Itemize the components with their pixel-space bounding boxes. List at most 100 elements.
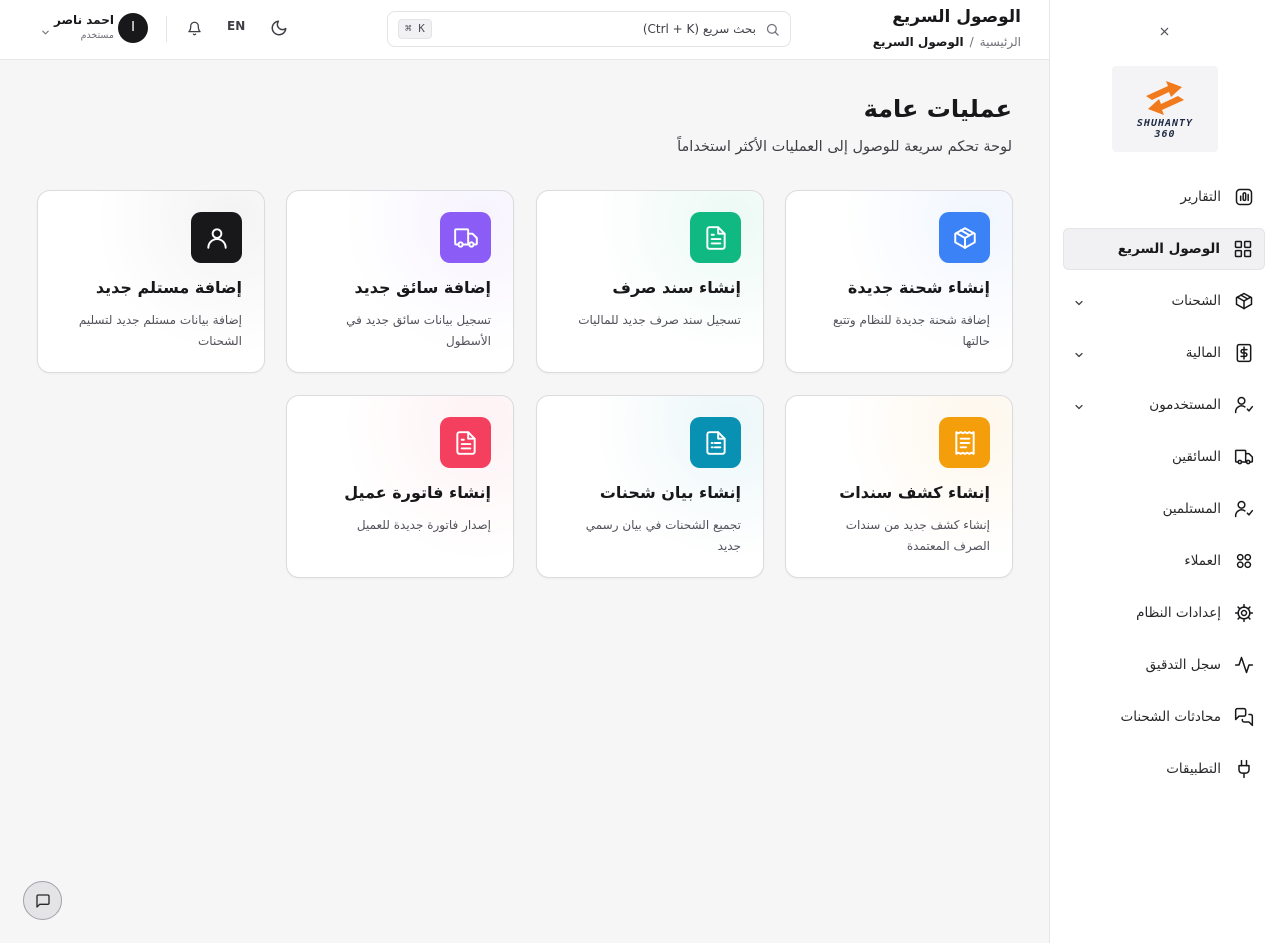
- sidebar-item-system-settings[interactable]: إعدادات النظام: [1063, 592, 1265, 634]
- user-role: مستخدم: [80, 30, 114, 41]
- avatar: I: [118, 13, 148, 43]
- truck-icon: [1233, 446, 1255, 468]
- plug-icon: [1233, 758, 1255, 780]
- sidebar-item-reports[interactable]: التقارير: [1063, 176, 1265, 218]
- card-title: إنشاء كشف سندات: [839, 483, 990, 502]
- settings-icon: [1233, 602, 1255, 624]
- breadcrumb: الرئيسية / الوصول السريع: [873, 35, 1021, 49]
- box-icon: [1233, 290, 1255, 312]
- sidebar: SHUHANTY 360 التقارير الوصول السريع الشح…: [1049, 0, 1280, 943]
- logo-mark: [1146, 81, 1184, 115]
- section-subtitle: لوحة تحكم سريعة للوصول إلى العمليات الأك…: [677, 139, 1012, 155]
- user-check-icon: [1233, 394, 1255, 416]
- page-title: الوصول السريع: [892, 7, 1021, 27]
- sidebar-item-label: سجل التدقيق: [1145, 657, 1221, 673]
- receipt-icon: [939, 417, 990, 468]
- user-check-icon: [1233, 498, 1255, 520]
- card-description: إضافة بيانات مستلم جديد لتسليم الشحنات: [78, 313, 242, 348]
- sidebar-item-label: الشحنات: [1171, 293, 1221, 309]
- card-description: تجميع الشحنات في بيان رسمي جديد: [585, 518, 741, 553]
- logo-text-line1: SHUHANTY: [1136, 118, 1194, 129]
- chat-button[interactable]: [23, 881, 62, 920]
- bell-icon: [187, 21, 202, 36]
- sidebar-item-label: إعدادات النظام: [1136, 605, 1221, 621]
- chevron-down-icon: [1073, 346, 1085, 358]
- card-expense-voucher[interactable]: إنشاء سند صرف تسجيل سند صرف جديد للماليا…: [536, 190, 764, 373]
- invoice-icon: [440, 417, 491, 468]
- sidebar-item-label: المستلمين: [1162, 501, 1221, 517]
- card-title: إضافة سائق جديد: [354, 278, 491, 297]
- logo: SHUHANTY 360: [1112, 66, 1218, 152]
- card-description: إنشاء كشف جديد من سندات الصرف المعتمدة: [845, 518, 990, 553]
- user-name: احمد ناصر: [54, 13, 114, 27]
- chart-icon: [1233, 186, 1255, 208]
- chevron-down-icon: [1073, 294, 1085, 306]
- notifications-button[interactable]: [184, 18, 204, 38]
- card-title: إنشاء بيان شحنات: [599, 483, 741, 502]
- card-voucher-statement[interactable]: إنشاء كشف سندات إنشاء كشف جديد من سندات …: [785, 395, 1013, 578]
- moon-icon: [270, 19, 288, 37]
- close-sidebar-button[interactable]: [1157, 26, 1171, 40]
- section-title: عمليات عامة: [863, 95, 1012, 123]
- header-divider: [166, 16, 167, 42]
- card-new-recipient[interactable]: إضافة مستلم جديد إضافة بيانات مستلم جديد…: [37, 190, 265, 373]
- sidebar-item-apps[interactable]: التطبيقات: [1063, 748, 1265, 790]
- sidebar-item-label: محادثات الشحنات: [1120, 709, 1221, 725]
- card-title: إنشاء شحنة جديدة: [847, 278, 990, 297]
- breadcrumb-separator: /: [969, 35, 974, 49]
- search-placeholder: بحث سريع (Ctrl + K): [642, 22, 756, 36]
- sidebar-item-drivers[interactable]: السائقين: [1063, 436, 1265, 478]
- sidebar-item-clients[interactable]: العملاء: [1063, 540, 1265, 582]
- close-icon: [1157, 26, 1171, 37]
- sidebar-item-quick-access[interactable]: الوصول السريع: [1063, 228, 1265, 270]
- sidebar-item-users[interactable]: المستخدمون: [1063, 384, 1265, 426]
- card-title: إنشاء سند صرف: [612, 278, 741, 297]
- sidebar-item-label: السائقين: [1172, 449, 1221, 465]
- logo-text-line2: 360: [1154, 129, 1176, 140]
- card-client-invoice[interactable]: إنشاء فاتورة عميل إصدار فاتورة جديدة للع…: [286, 395, 514, 578]
- card-new-shipment[interactable]: إنشاء شحنة جديدة إضافة شحنة جديدة للنظام…: [785, 190, 1013, 373]
- sidebar-item-label: التطبيقات: [1166, 761, 1221, 777]
- sidebar-item-label: الوصول السريع: [1117, 241, 1220, 257]
- sidebar-item-recipients[interactable]: المستلمين: [1063, 488, 1265, 530]
- sidebar-item-audit-log[interactable]: سجل التدقيق: [1063, 644, 1265, 686]
- clients-icon: [1233, 550, 1255, 572]
- message-icon: [35, 893, 51, 909]
- user-icon: [191, 212, 242, 263]
- document-icon: [690, 212, 741, 263]
- card-shipment-manifest[interactable]: إنشاء بيان شحنات تجميع الشحنات في بيان ر…: [536, 395, 764, 578]
- card-title: إنشاء فاتورة عميل: [344, 483, 491, 502]
- activity-icon: [1233, 654, 1255, 676]
- chat-icon: [1233, 706, 1255, 728]
- card-new-driver[interactable]: إضافة سائق جديد تسجيل بيانات سائق جديد ف…: [286, 190, 514, 373]
- search-icon: [765, 22, 780, 37]
- card-title: إضافة مستلم جديد: [95, 278, 242, 297]
- card-description: تسجيل بيانات سائق جديد في الأسطول: [346, 313, 491, 348]
- card-description: إصدار فاتورة جديدة للعميل: [356, 518, 491, 532]
- manifest-icon: [690, 417, 741, 468]
- chevron-down-icon: [1073, 398, 1085, 410]
- language-toggle-button[interactable]: EN: [227, 19, 245, 33]
- search-input[interactable]: بحث سريع (Ctrl + K) ⌘ K: [387, 11, 791, 47]
- grid-icon: [1232, 238, 1254, 260]
- card-description: إضافة شحنة جديدة للنظام وتتبع حالتها: [832, 313, 990, 348]
- sidebar-item-shipment-chats[interactable]: محادثات الشحنات: [1063, 696, 1265, 738]
- chevron-down-icon: [40, 23, 51, 35]
- search-shortcut-badge: ⌘ K: [398, 19, 432, 39]
- breadcrumb-home[interactable]: الرئيسية: [980, 35, 1021, 49]
- sidebar-item-label: التقارير: [1180, 189, 1221, 205]
- sidebar-nav: التقارير الوصول السريع الشحنات المالية ا…: [1049, 176, 1280, 800]
- truck-icon: [440, 212, 491, 263]
- sidebar-item-label: المالية: [1185, 345, 1221, 361]
- sidebar-item-label: المستخدمون: [1149, 397, 1221, 413]
- user-menu[interactable]: I احمد ناصر مستخدم: [36, 10, 154, 48]
- card-description: تسجيل سند صرف جديد للماليات: [578, 313, 741, 327]
- dollar-icon: [1233, 342, 1255, 364]
- sidebar-item-label: العملاء: [1184, 553, 1221, 569]
- theme-toggle-button[interactable]: [269, 18, 289, 38]
- sidebar-item-finance[interactable]: المالية: [1063, 332, 1265, 374]
- top-header: الوصول السريع الرئيسية / الوصول السريع ب…: [0, 0, 1049, 60]
- sidebar-item-shipments[interactable]: الشحنات: [1063, 280, 1265, 322]
- breadcrumb-current: الوصول السريع: [872, 35, 964, 49]
- package-icon: [939, 212, 990, 263]
